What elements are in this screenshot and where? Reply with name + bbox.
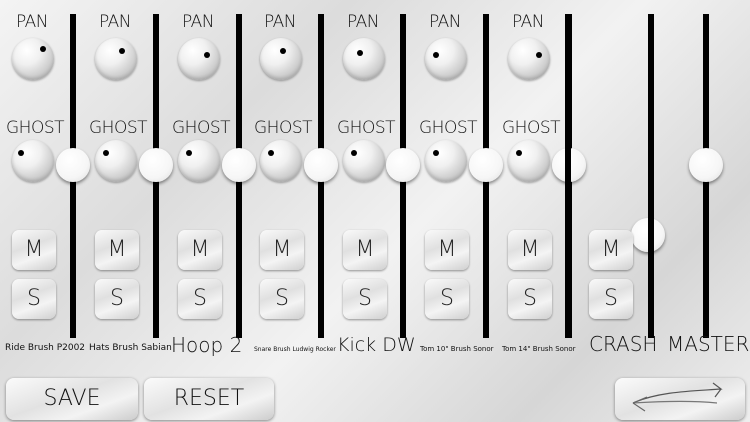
pan-knob[interactable] xyxy=(260,38,302,80)
knob-indicator-icon xyxy=(536,52,542,58)
channel-name: Hats Brush Sabian xyxy=(89,343,172,353)
ghost-label: GHOST xyxy=(172,118,231,138)
pan-label: PAN xyxy=(511,12,545,32)
knob-indicator-icon xyxy=(433,52,439,58)
channel-fader-thumb[interactable] xyxy=(469,148,503,182)
knob-indicator-icon xyxy=(280,48,286,54)
solo-button[interactable]: S xyxy=(508,279,552,319)
pan-label: PAN xyxy=(181,12,215,32)
mute-button[interactable]: M xyxy=(343,230,387,270)
knob-indicator-icon xyxy=(357,50,363,56)
ghost-label: GHOST xyxy=(254,118,313,138)
pan-knob[interactable] xyxy=(508,38,550,80)
pan-label: PAN xyxy=(428,12,462,32)
ghost-knob[interactable] xyxy=(343,140,385,182)
solo-button[interactable]: S xyxy=(260,279,304,319)
pan-knob[interactable] xyxy=(425,38,467,80)
solo-button[interactable]: S xyxy=(95,279,139,319)
channel-name: Tom 10" Brush Sonor xyxy=(420,345,494,353)
master-fader-thumb[interactable] xyxy=(689,148,723,182)
ghost-label: GHOST xyxy=(6,118,65,138)
ghost-knob[interactable] xyxy=(95,140,137,182)
ghost-knob[interactable] xyxy=(12,140,54,182)
mute-button[interactable]: M xyxy=(260,230,304,270)
save-button[interactable]: SAVE xyxy=(6,378,138,420)
pan-knob[interactable] xyxy=(178,38,220,80)
ghost-knob[interactable] xyxy=(178,140,220,182)
ghost-label: GHOST xyxy=(337,118,396,138)
channel-fader-thumb[interactable] xyxy=(139,148,173,182)
mute-button[interactable]: M xyxy=(12,230,56,270)
solo-button[interactable]: S xyxy=(425,279,469,319)
ghost-label: GHOST xyxy=(419,118,478,138)
mute-button[interactable]: M xyxy=(425,230,469,270)
knob-indicator-icon xyxy=(268,150,274,156)
solo-button[interactable]: S xyxy=(178,279,222,319)
crash-fader-track[interactable] xyxy=(565,14,571,338)
channel-name: Snare Brush Ludwig Rocker xyxy=(254,346,336,353)
pan-label: PAN xyxy=(263,12,297,32)
pan-label: PAN xyxy=(346,12,380,32)
channel-fader-thumb[interactable] xyxy=(386,148,420,182)
pan-label: PAN xyxy=(15,12,49,32)
crash-solo-button[interactable]: S xyxy=(589,279,633,319)
ghost-knob[interactable] xyxy=(425,140,467,182)
knob-indicator-icon xyxy=(40,46,46,52)
channel-fader-thumb[interactable] xyxy=(56,148,90,182)
solo-button[interactable]: S xyxy=(343,279,387,319)
crash-fader-track-2[interactable] xyxy=(648,14,654,338)
knob-indicator-icon xyxy=(516,150,522,156)
knob-indicator-icon xyxy=(18,150,24,156)
knob-indicator-icon xyxy=(433,150,439,156)
ghost-knob[interactable] xyxy=(508,140,550,182)
channel-name: Kick DW xyxy=(337,334,416,356)
channel-name: Hoop 2 xyxy=(171,333,243,357)
pan-knob[interactable] xyxy=(343,38,385,80)
crash-mute-button[interactable]: M xyxy=(589,230,633,270)
back-button[interactable] xyxy=(615,378,745,420)
channel-fader-thumb[interactable] xyxy=(304,148,338,182)
solo-button[interactable]: S xyxy=(12,279,56,319)
channel-name: Tom 14" Brush Sonor xyxy=(502,345,576,353)
mute-button[interactable]: M xyxy=(508,230,552,270)
knob-indicator-icon xyxy=(351,150,357,156)
knob-indicator-icon xyxy=(119,48,125,54)
knob-indicator-icon xyxy=(204,52,210,58)
channel-name: Ride Brush P2002 xyxy=(5,343,86,353)
pan-knob[interactable] xyxy=(95,38,137,80)
ghost-label: GHOST xyxy=(502,118,561,138)
ghost-label: GHOST xyxy=(89,118,148,138)
ghost-knob[interactable] xyxy=(260,140,302,182)
channel-fader-thumb[interactable] xyxy=(222,148,256,182)
mute-button[interactable]: M xyxy=(178,230,222,270)
mute-button[interactable]: M xyxy=(95,230,139,270)
master-channel-name: MASTER xyxy=(667,332,750,356)
knob-indicator-icon xyxy=(103,150,109,156)
curved-arrow-icon xyxy=(632,382,723,412)
pan-label: PAN xyxy=(98,12,132,32)
pan-knob[interactable] xyxy=(12,38,54,80)
crash-channel-name: CRASH xyxy=(589,332,658,356)
reset-button[interactable]: RESET xyxy=(144,378,274,420)
knob-indicator-icon xyxy=(186,150,192,156)
